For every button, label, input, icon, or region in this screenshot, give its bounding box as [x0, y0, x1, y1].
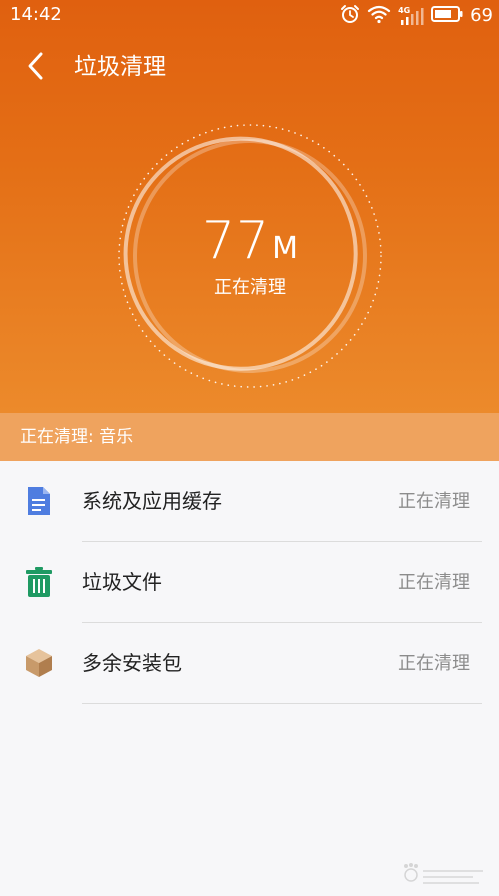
wifi-icon — [367, 4, 391, 28]
status-time: 14:42 — [10, 4, 62, 25]
cleaned-amount-value: 77 — [201, 211, 271, 271]
list-item-app-cache[interactable]: 系统及应用缓存 正在清理 — [0, 461, 499, 542]
page-title: 垃圾清理 — [74, 54, 166, 80]
cleaned-amount-unit: M — [272, 231, 299, 266]
cleanup-list: 系统及应用缓存 正在清理 垃圾文件 正在清理 多余安装包 正在清理 — [0, 461, 499, 704]
trash-bin-icon — [24, 566, 54, 598]
watermark-logo — [401, 862, 487, 888]
list-item-status: 正在清理 — [398, 653, 470, 674]
divider — [82, 703, 482, 704]
document-icon — [24, 485, 54, 517]
battery-percent: 69 — [470, 5, 493, 26]
hero-header: 14:42 4G 69 垃圾清理 77M 正在清理 — [0, 0, 499, 413]
progress-banner-text: 正在清理: 音乐 — [20, 427, 134, 447]
navigation-bar: 垃圾清理 — [0, 40, 499, 96]
chevron-left-icon — [25, 51, 47, 85]
alarm-icon — [340, 4, 360, 28]
package-box-icon — [24, 647, 54, 679]
list-item-label: 多余安装包 — [82, 651, 182, 675]
list-item-label: 垃圾文件 — [82, 570, 162, 594]
cellular-signal-icon: 4G — [398, 6, 424, 26]
list-item-label: 系统及应用缓存 — [82, 489, 222, 513]
list-item-redundant-packages[interactable]: 多余安装包 正在清理 — [0, 623, 499, 704]
progress-banner: 正在清理: 音乐 — [0, 413, 499, 461]
list-item-junk-files[interactable]: 垃圾文件 正在清理 — [0, 542, 499, 623]
paw-watermark-icon — [404, 863, 483, 884]
cleaning-gauge: 77M 正在清理 — [117, 123, 383, 389]
list-item-status: 正在清理 — [398, 572, 470, 593]
cleaned-amount: 77M — [117, 211, 383, 279]
status-icons: 4G 69 — [333, 4, 493, 28]
gauge-status-label: 正在清理 — [214, 277, 286, 298]
battery-icon — [431, 5, 463, 27]
list-item-status: 正在清理 — [398, 491, 470, 512]
status-bar: 14:42 4G 69 — [0, 0, 499, 32]
back-button[interactable] — [14, 48, 58, 88]
